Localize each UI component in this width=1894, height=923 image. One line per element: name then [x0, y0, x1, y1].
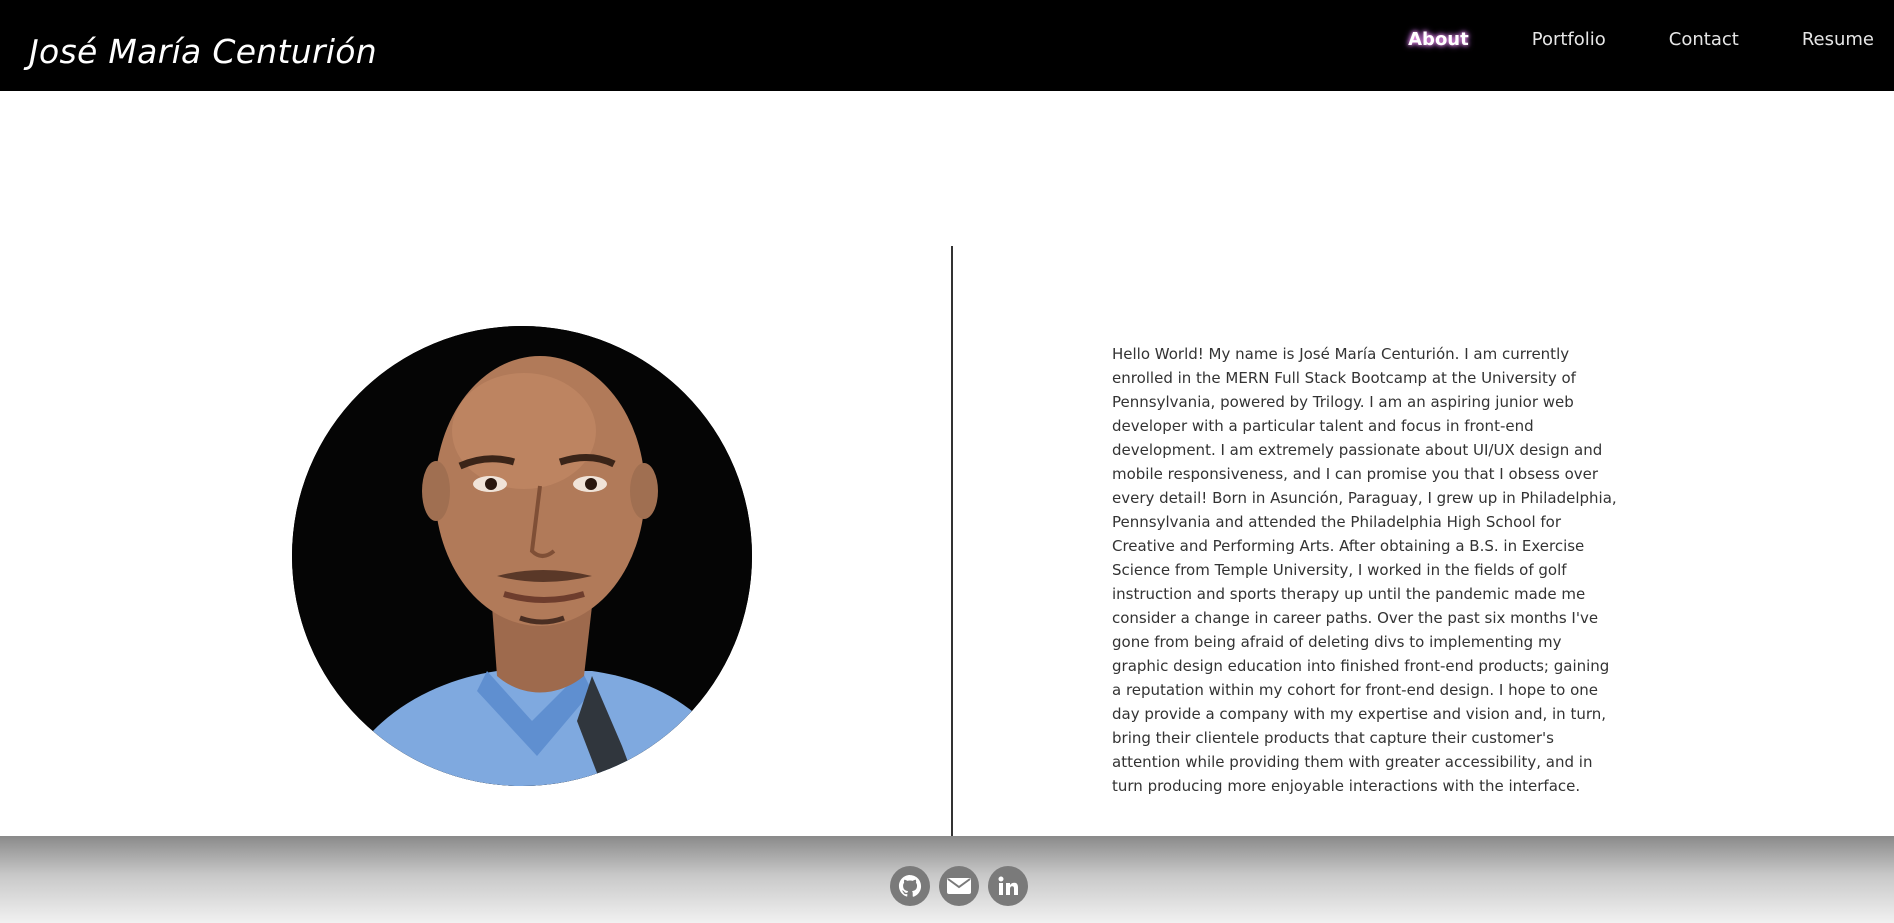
- nav-portfolio[interactable]: Portfolio: [1532, 28, 1606, 52]
- mail-icon: [947, 878, 971, 894]
- section-divider: [951, 246, 953, 866]
- site-footer: [0, 836, 1894, 923]
- github-icon: [898, 874, 922, 897]
- nav-contact[interactable]: Contact: [1669, 28, 1739, 52]
- site-brand[interactable]: José María Centurión: [29, 30, 377, 74]
- nav-about[interactable]: About: [1408, 28, 1469, 52]
- portrait-illustration: [292, 326, 752, 786]
- nav-resume[interactable]: Resume: [1802, 28, 1874, 52]
- profile-photo: [292, 326, 752, 786]
- about-section: Hello World! My name is José María Centu…: [0, 91, 1894, 866]
- linkedin-link[interactable]: [988, 866, 1028, 906]
- social-links: [890, 866, 1037, 906]
- github-link[interactable]: [890, 866, 930, 906]
- email-link[interactable]: [939, 866, 979, 906]
- site-header: José María Centurión About Portfolio Con…: [0, 0, 1894, 91]
- main-nav: About Portfolio Contact Resume: [1345, 28, 1874, 52]
- linkedin-icon: [998, 876, 1018, 895]
- bio-text: Hello World! My name is José María Centu…: [1112, 345, 1617, 795]
